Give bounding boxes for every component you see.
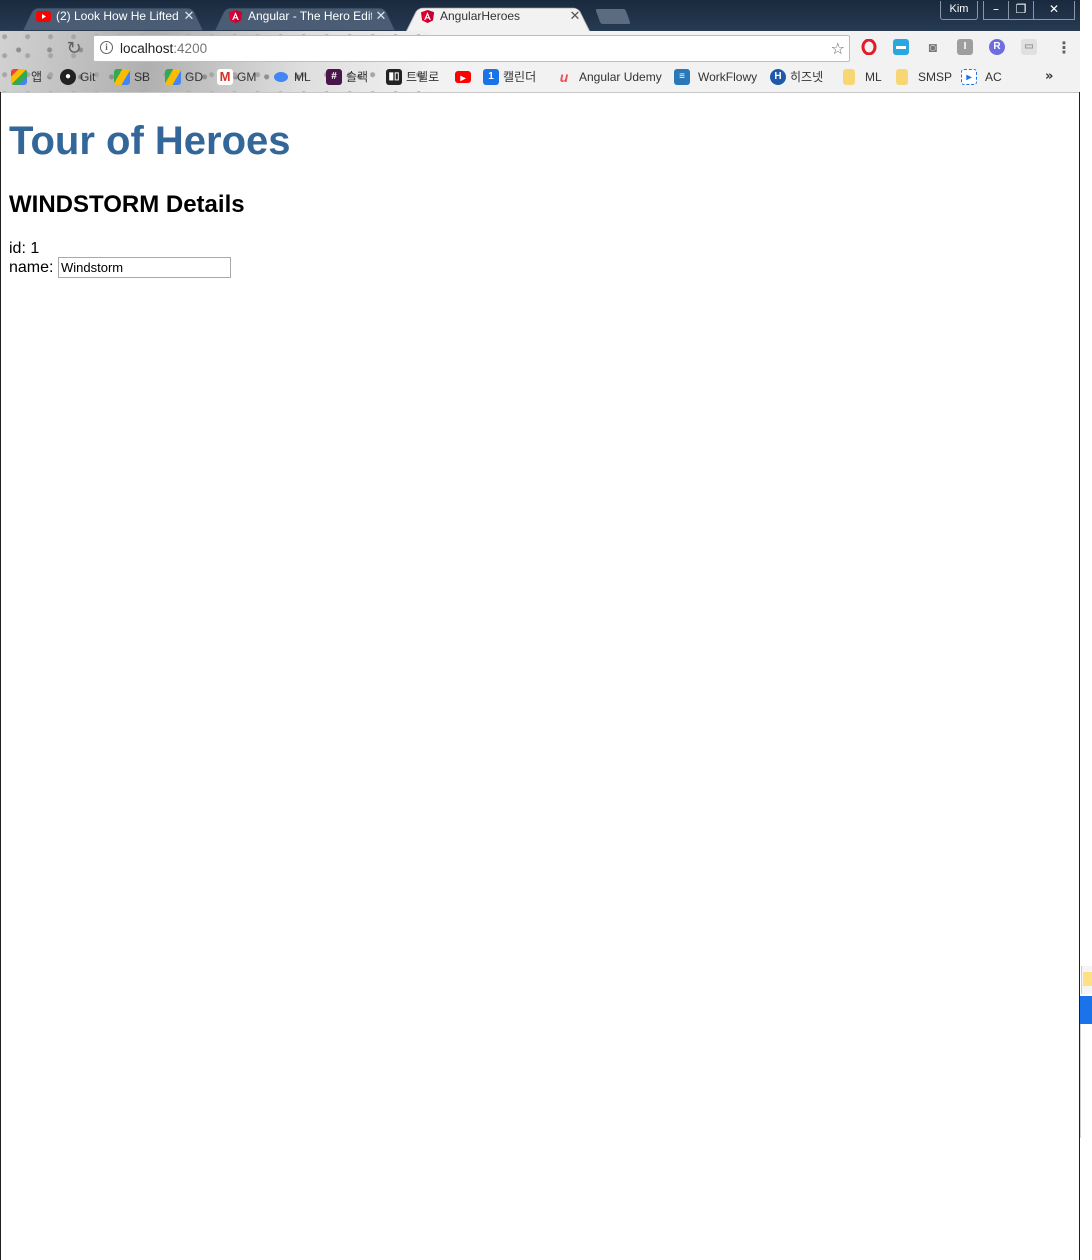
app-title: Tour of Heroes [9,119,291,163]
tab-title: (2) Look How He Lifted Me [56,9,180,23]
background-window-fragment [1080,996,1092,1024]
screencast-icon: ▸ [961,69,977,85]
google-drive-icon [165,69,181,85]
angular-icon [421,10,434,23]
udemy-icon: u [559,69,569,85]
background-window-fragment [1083,972,1092,986]
bookmark-star-icon[interactable]: ☆ [831,36,845,61]
hisnet-icon: H [770,69,786,85]
camera-icon[interactable]: ◙ [925,39,941,55]
bookmark-gd[interactable]: GD [165,66,203,88]
youtube-icon: ▸ [455,71,471,84]
browser-chrome: (2) Look How He Lifted Me ✕ Angular - Th… [0,0,1080,93]
profile-button[interactable]: Kim [940,1,978,20]
reload-icon[interactable]: ↻ [64,39,84,59]
workflowy-icon: ≡ [674,69,690,85]
close-tab-icon[interactable]: ✕ [182,3,196,29]
angular-icon [229,10,242,23]
opera-icon[interactable] [861,39,877,55]
tab-youtube[interactable]: (2) Look How He Lifted Me ✕ [16,3,210,31]
tab-title: AngularHeroes [440,9,521,23]
minimize-button[interactable]: – [983,1,1009,20]
new-tab-button[interactable] [595,9,631,24]
name-label: name: [9,259,54,276]
close-tab-icon[interactable]: ✕ [374,3,388,29]
bookmark-calendar[interactable]: 1 캘린더 [483,66,536,88]
trello-icon: ▮▯ [386,69,402,85]
bookmark-youtube[interactable]: ▸ [455,66,475,88]
tab-angular-hero-editor[interactable]: Angular - The Hero Editor ✕ [208,3,402,31]
hero-details-title: WINDSTORM Details [9,191,245,218]
toolbar: ↻ i localhost:4200 ☆ ▬ ◙ I R ▭ ⋮ 앱 ● Git [0,31,1080,93]
gmail-icon: M [217,69,233,85]
address-bar[interactable]: i localhost:4200 ☆ [93,35,850,62]
bookmark-ml[interactable]: ML [274,66,311,88]
bookmark-workflowy[interactable]: ≡ WorkFlowy [674,66,757,88]
bookmarks-overflow-icon[interactable]: » [1045,66,1053,88]
github-icon: ● [60,69,76,85]
extension-r-icon[interactable]: R [989,39,1005,55]
close-tab-icon[interactable]: ✕ [568,3,582,29]
bookmark-folder-smsp[interactable]: SMSP [896,66,952,88]
bookmark-git[interactable]: ● Git [60,66,95,88]
bookmark-apps[interactable]: 앱 [11,66,42,88]
slack-icon: # [326,69,342,85]
hero-name-input[interactable] [58,257,231,278]
tab-title: Angular - The Hero Editor [248,9,372,23]
bookmark-gm[interactable]: M GM [217,66,256,88]
id-value: 1 [30,240,40,257]
id-label: id: [9,240,26,257]
youtube-icon [36,11,51,22]
extension-gray-icon[interactable]: I [957,39,973,55]
tab-angularheroes[interactable]: AngularHeroes ✕ [400,3,596,31]
cast-icon[interactable]: ▭ [1021,39,1037,55]
apps-grid-icon [11,69,27,85]
google-drive-icon [114,69,130,85]
url-text[interactable]: localhost:4200 [120,36,207,61]
menu-icon[interactable]: ⋮ [1056,38,1072,58]
bookmark-folder-ml[interactable]: ML [843,66,882,88]
bookmark-slack[interactable]: # 슬랙 [326,66,368,88]
bookmark-sb[interactable]: SB [114,66,150,88]
ml-icon [274,72,288,82]
restore-button[interactable]: ❐ [1008,1,1034,20]
hero-id-row: id: 1 [9,239,39,258]
bookmark-trello[interactable]: ▮▯ 트렐로 [386,66,439,88]
hero-name-row: name: [9,258,53,277]
background-window-fragment [1080,1024,1092,1138]
bookmark-hisnet[interactable]: H 히즈넷 [770,66,823,88]
bookmark-ac[interactable]: ▸ AC [961,66,1002,88]
bookmark-angular-udemy[interactable]: u Angular Udemy [556,66,662,88]
bookmarks-bar: 앱 ● Git SB GD M GM ML # 슬랙 ▮▯ 트렐로 ▸ 1 캘린… [0,66,1080,90]
extension-blue-icon[interactable]: ▬ [893,39,909,55]
folder-icon [896,69,908,85]
calendar-icon: 1 [483,69,499,85]
close-window-button[interactable]: ✕ [1033,1,1075,20]
info-icon[interactable]: i [100,41,113,54]
folder-icon [843,69,855,85]
title-bar: (2) Look How He Lifted Me ✕ Angular - Th… [0,0,1080,31]
